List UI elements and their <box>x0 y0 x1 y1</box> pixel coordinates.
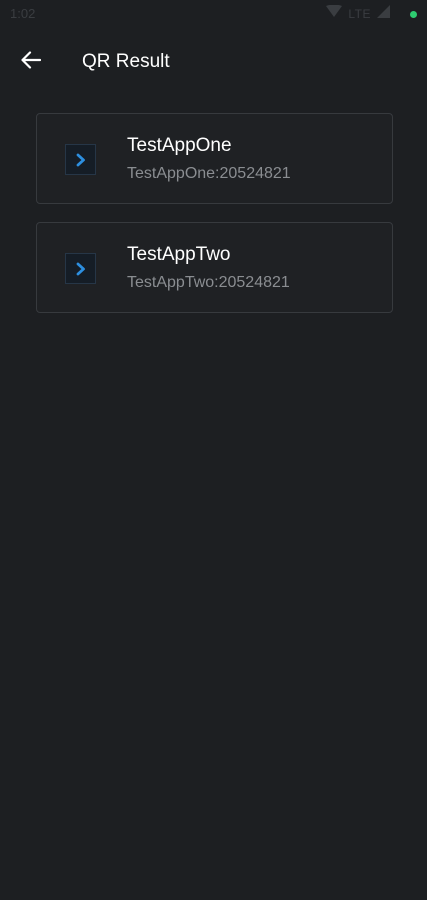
app-bar: QR Result <box>0 36 427 88</box>
back-button[interactable] <box>14 46 48 78</box>
page-title: QR Result <box>82 51 170 72</box>
result-subtitle: TestAppTwo:20524821 <box>127 274 290 291</box>
result-subtitle: TestAppOne:20524821 <box>127 165 291 182</box>
chevron-right-icon <box>65 144 96 175</box>
network-type: LTE <box>348 7 371 21</box>
chevron-right-icon <box>65 253 96 284</box>
result-list: TestAppOne TestAppOne:20524821 TestAppTw… <box>36 113 393 331</box>
notification-dot <box>410 10 417 18</box>
wifi-icon <box>326 4 343 23</box>
arrow-left-icon <box>21 50 42 74</box>
result-title: TestAppOne <box>127 135 232 156</box>
status-indicators: LTE <box>326 4 417 23</box>
status-bar: 1:02 LTE <box>0 0 427 28</box>
screen: 1:02 LTE QR Result TestAppOne TestAppOne… <box>0 0 427 900</box>
result-card[interactable]: TestAppTwo TestAppTwo:20524821 <box>36 222 393 313</box>
signal-icon <box>377 5 390 23</box>
result-title: TestAppTwo <box>127 244 231 265</box>
status-time: 1:02 <box>10 6 36 21</box>
result-card[interactable]: TestAppOne TestAppOne:20524821 <box>36 113 393 204</box>
